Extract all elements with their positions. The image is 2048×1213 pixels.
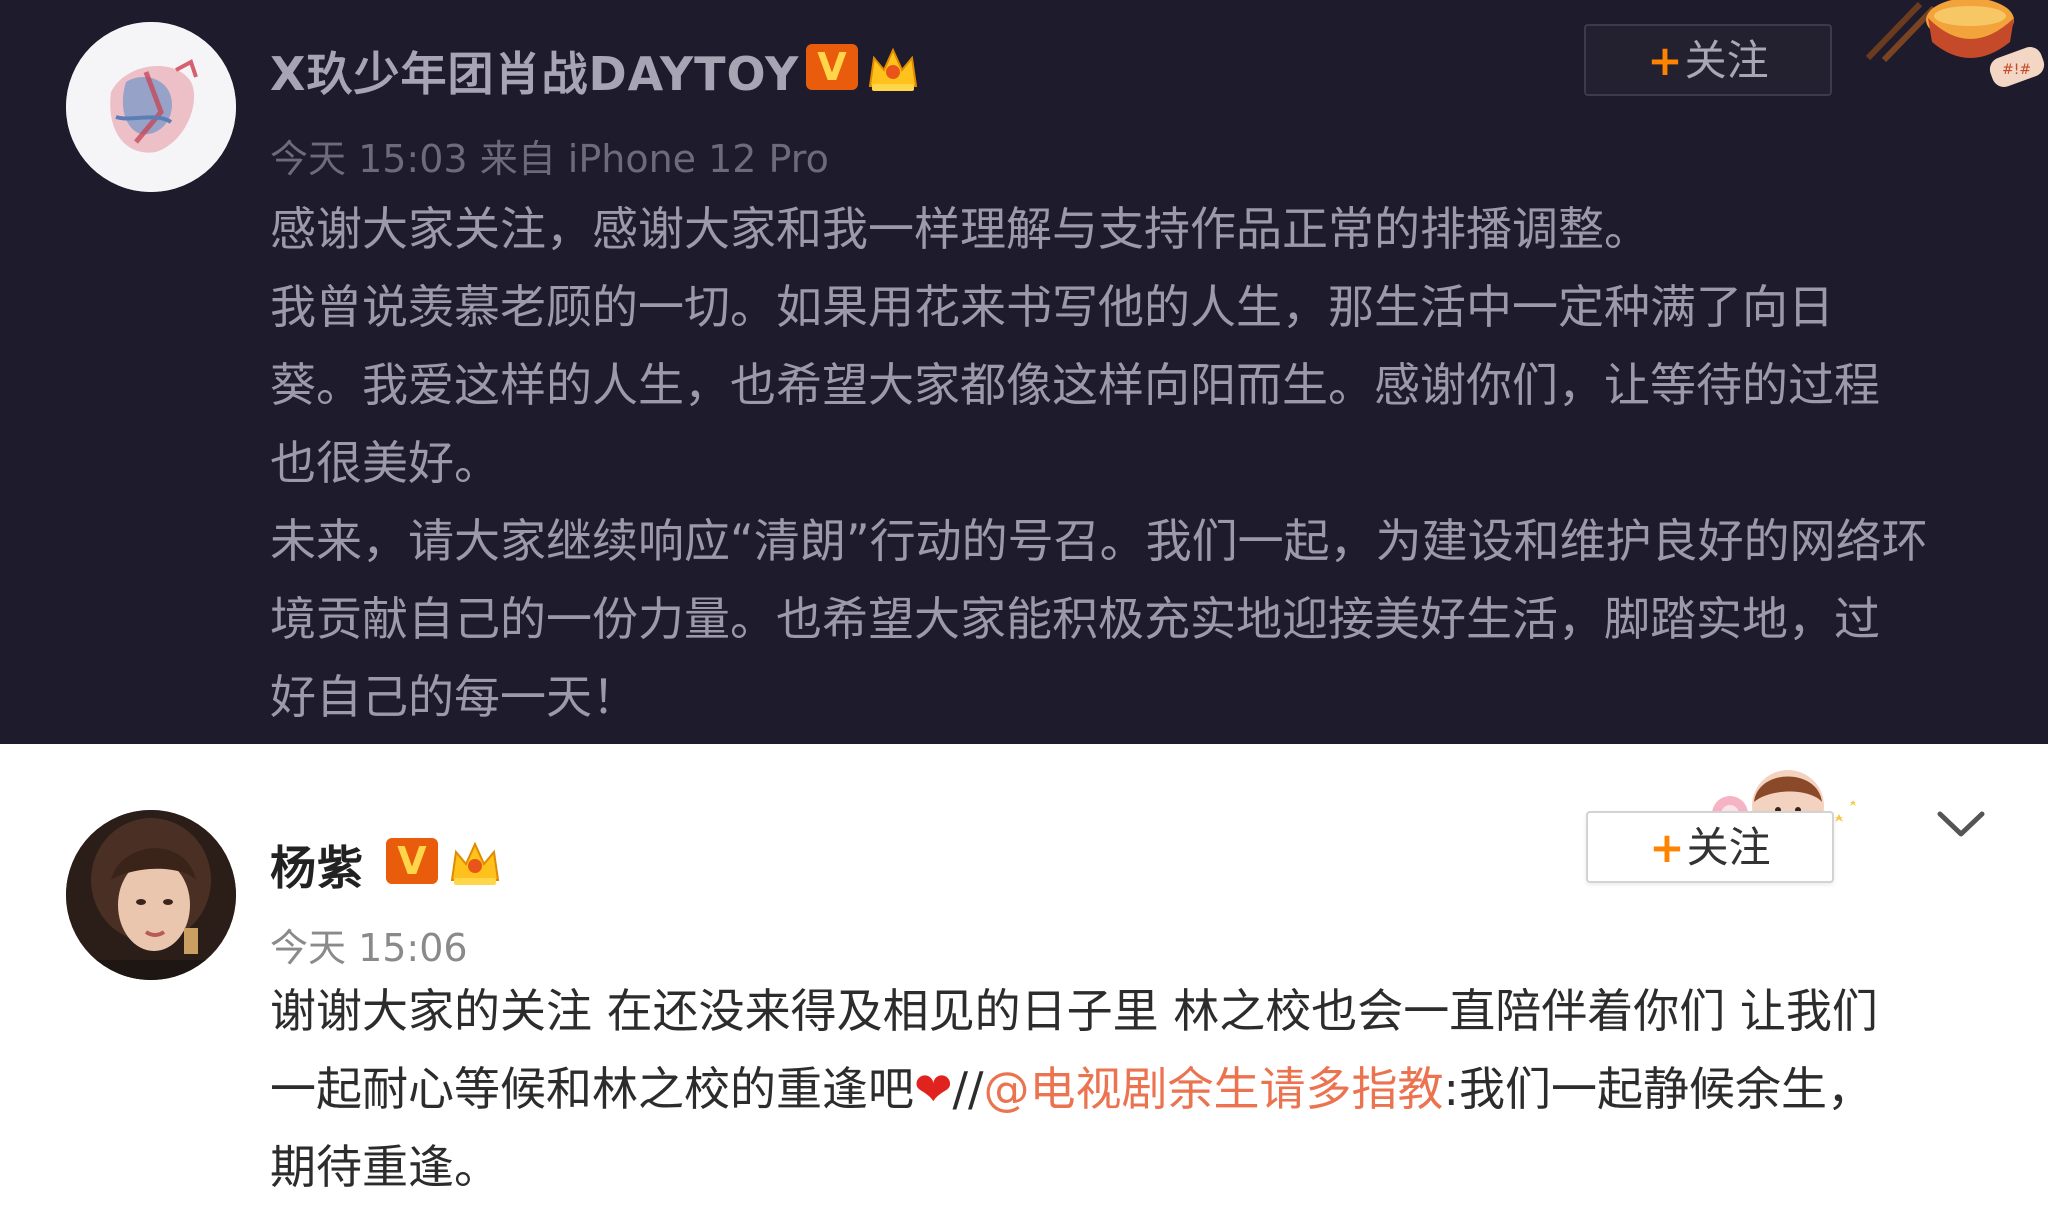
follow-label: 关注 [1686,823,1771,872]
repost-slashes: // [952,1062,984,1116]
post-text-line: 一起耐心等候和林之校的重逢吧❤//@电视剧余生请多指教:我们一起静候余生， [270,1050,1990,1128]
heart-icon: ❤ [914,1062,953,1116]
crown-badge-icon [450,841,500,885]
user-avatar[interactable] [66,22,236,192]
post-card-1: X玖少年团肖战DAYTOY V 今天 15:03 来自 iPhone 12 Pr… [0,0,2048,744]
post-time: 今天 15:06 [270,926,468,970]
verified-v-badge: V [806,44,858,90]
plus-icon: + [1649,823,1685,872]
username[interactable]: 杨紫 [270,832,364,898]
post-text-line: 葵。我爱这样的人生，也希望大家都像这样向阳而生。感谢你们，让等待的过程 [270,358,1880,412]
follow-label: 关注 [1684,36,1769,85]
follow-button[interactable]: +关注 [1584,24,1832,96]
svg-text:#!#: #!# [2002,62,2031,78]
post-meta: 今天 15:03 来自 iPhone 12 Pro [270,128,829,183]
post-text-line: 未来，请大家继续响应“清朗”行动的号召。我们一起，为建设和维护良好的网络环 [270,514,1928,568]
post-text-line: 我曾说羡慕老顾的一切。如果用花来书写他的人生，那生活中一定种满了向日 [270,280,1834,334]
username[interactable]: X玖少年团肖战DAYTOY [270,38,799,104]
post-text-line: 感谢大家关注，感谢大家和我一样理解与支持作品正常的排播调整。 [270,202,1650,256]
post-text-line: 境贡献自己的一份力量。也希望大家能积极充实地迎接美好生活，脚踏实地，过 [270,592,1880,646]
post-text-line: 好自己的每一天！ [270,670,638,724]
mention-link[interactable]: @电视剧余生请多指教 [984,1062,1444,1116]
crown-badge-icon [868,47,918,91]
chevron-down-icon[interactable] [1936,808,1986,838]
post-time: 今天 15:03 [270,137,468,181]
post-card-2: 杨紫 V 今天 15:06 +关注 谢谢大家的关注 在还没来得及相见的日子里 林… [0,744,2048,1213]
post-body: 感谢大家关注，感谢大家和我一样理解与支持作品正常的排播调整。 我曾说羡慕老顾的一… [270,190,1990,736]
post-source: 来自 iPhone 12 Pro [479,137,829,181]
follow-button[interactable]: +关注 [1586,811,1834,883]
noodle-bowl-decoration: #!# [1865,0,2045,87]
post-text-segment: :我们一起静候余生， [1443,1062,1874,1116]
avatar-photo [66,810,236,980]
verified-v-badge: V [386,838,438,884]
plus-icon: + [1647,36,1683,85]
post-body: 谢谢大家的关注 在还没来得及相见的日子里 林之校也会一直陪伴着你们 让我们 一起… [270,972,1990,1206]
avatar-artwork [66,22,236,192]
post-text-line: 也很美好。 [270,436,500,490]
post-text-segment: 一起耐心等候和林之校的重逢吧 [270,1062,914,1116]
post-text-line: 期待重逢。 [270,1140,500,1194]
user-avatar[interactable] [66,810,236,980]
post-text-line: 谢谢大家的关注 在还没来得及相见的日子里 林之校也会一直陪伴着你们 让我们 [270,984,1878,1038]
